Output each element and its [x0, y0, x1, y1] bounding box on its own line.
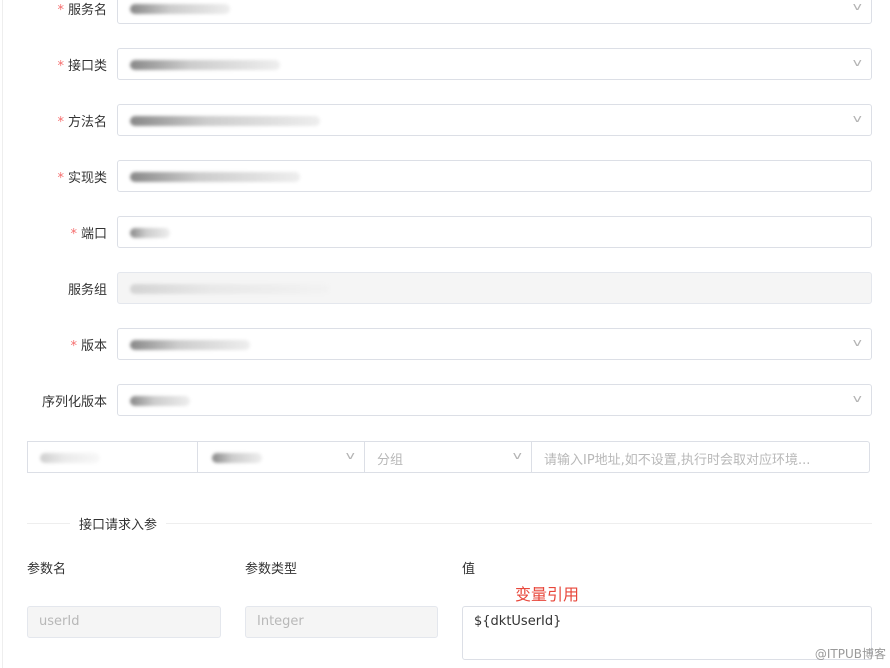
field-label: * 服务名: [57, 0, 107, 18]
param-name-field: userId: [27, 606, 221, 638]
field-label-text: 服务名: [67, 3, 107, 18]
field-label: 序列化版本: [42, 391, 107, 410]
redacted-value: [130, 60, 280, 70]
param-value-textarea[interactable]: ${dktUserId}: [462, 606, 872, 660]
header-param-name: 参数名: [27, 562, 67, 577]
field-select[interactable]: v: [117, 104, 872, 136]
chevron-down-icon: v: [346, 449, 356, 462]
chevron-down-icon: v: [853, 112, 863, 125]
required-mark: *: [57, 59, 64, 74]
group-select[interactable]: 分组 v: [364, 441, 532, 473]
required-mark: *: [57, 115, 64, 130]
ip-input[interactable]: 请输入IP地址,如不设置,执行时会取对应环境...: [531, 441, 870, 473]
header-param-type: 参数类型: [245, 562, 298, 577]
watermark: @ITPUB博客: [814, 647, 886, 661]
field-select[interactable]: v: [117, 384, 872, 416]
redacted-value: [40, 453, 100, 463]
form-row: 服务组: [0, 272, 890, 304]
chevron-down-icon: v: [853, 56, 863, 69]
redacted-value: [130, 116, 320, 126]
field-input: [117, 272, 872, 304]
field-input[interactable]: [117, 160, 872, 192]
field-label-text: 服务组: [67, 283, 107, 298]
redacted-value: [130, 4, 230, 14]
field-label-text: 端口: [80, 227, 107, 242]
chevron-down-icon: v: [853, 336, 863, 349]
env-select[interactable]: [27, 441, 198, 473]
field-label-text: 序列化版本: [41, 395, 107, 410]
form-row: * 方法名 v: [0, 104, 890, 136]
chevron-down-icon: v: [853, 392, 863, 405]
header-param-value: 值: [462, 562, 476, 577]
redacted-value: [130, 228, 170, 238]
redacted-value: [130, 284, 330, 294]
chevron-down-icon: v: [513, 449, 523, 462]
form-row: * 接口类 v: [0, 48, 890, 80]
field-select[interactable]: v: [117, 328, 872, 360]
redacted-value: [130, 340, 250, 350]
required-mark: *: [57, 3, 64, 18]
field-label: * 端口: [70, 223, 107, 242]
field-label: * 版本: [70, 335, 107, 354]
form-row: 序列化版本 v: [0, 384, 890, 416]
field-label: * 接口类: [57, 55, 107, 74]
form-row: * 版本 v: [0, 328, 890, 360]
group-placeholder: 分组: [377, 453, 404, 468]
section-title: 接口请求入参: [70, 514, 167, 533]
field-label: * 实现类: [57, 167, 107, 186]
redacted-value: [130, 396, 190, 406]
param-type-field: Integer: [245, 606, 438, 638]
field-select[interactable]: v: [117, 48, 872, 80]
ip-placeholder: 请输入IP地址,如不设置,执行时会取对应环境...: [544, 453, 811, 468]
chevron-down-icon: v: [853, 0, 863, 13]
form-row: * 端口: [0, 216, 890, 248]
field-label-text: 接口类: [67, 59, 107, 74]
form-row: * 服务名 v: [0, 0, 890, 24]
field-label: 服务组: [68, 279, 107, 298]
server-select[interactable]: v: [197, 441, 365, 473]
field-label-text: 实现类: [67, 171, 107, 186]
field-input[interactable]: [117, 216, 872, 248]
redacted-value: [212, 453, 262, 463]
field-label-text: 版本: [80, 339, 107, 354]
redacted-value: [130, 172, 300, 182]
field-select[interactable]: v: [117, 0, 872, 24]
field-label-text: 方法名: [67, 115, 107, 130]
required-mark: *: [70, 227, 77, 242]
required-mark: *: [70, 339, 77, 354]
field-label: * 方法名: [57, 111, 107, 130]
required-mark: *: [57, 171, 64, 186]
form-row: * 实现类: [0, 160, 890, 192]
variable-reference-annotation: 变量引用: [515, 585, 580, 604]
